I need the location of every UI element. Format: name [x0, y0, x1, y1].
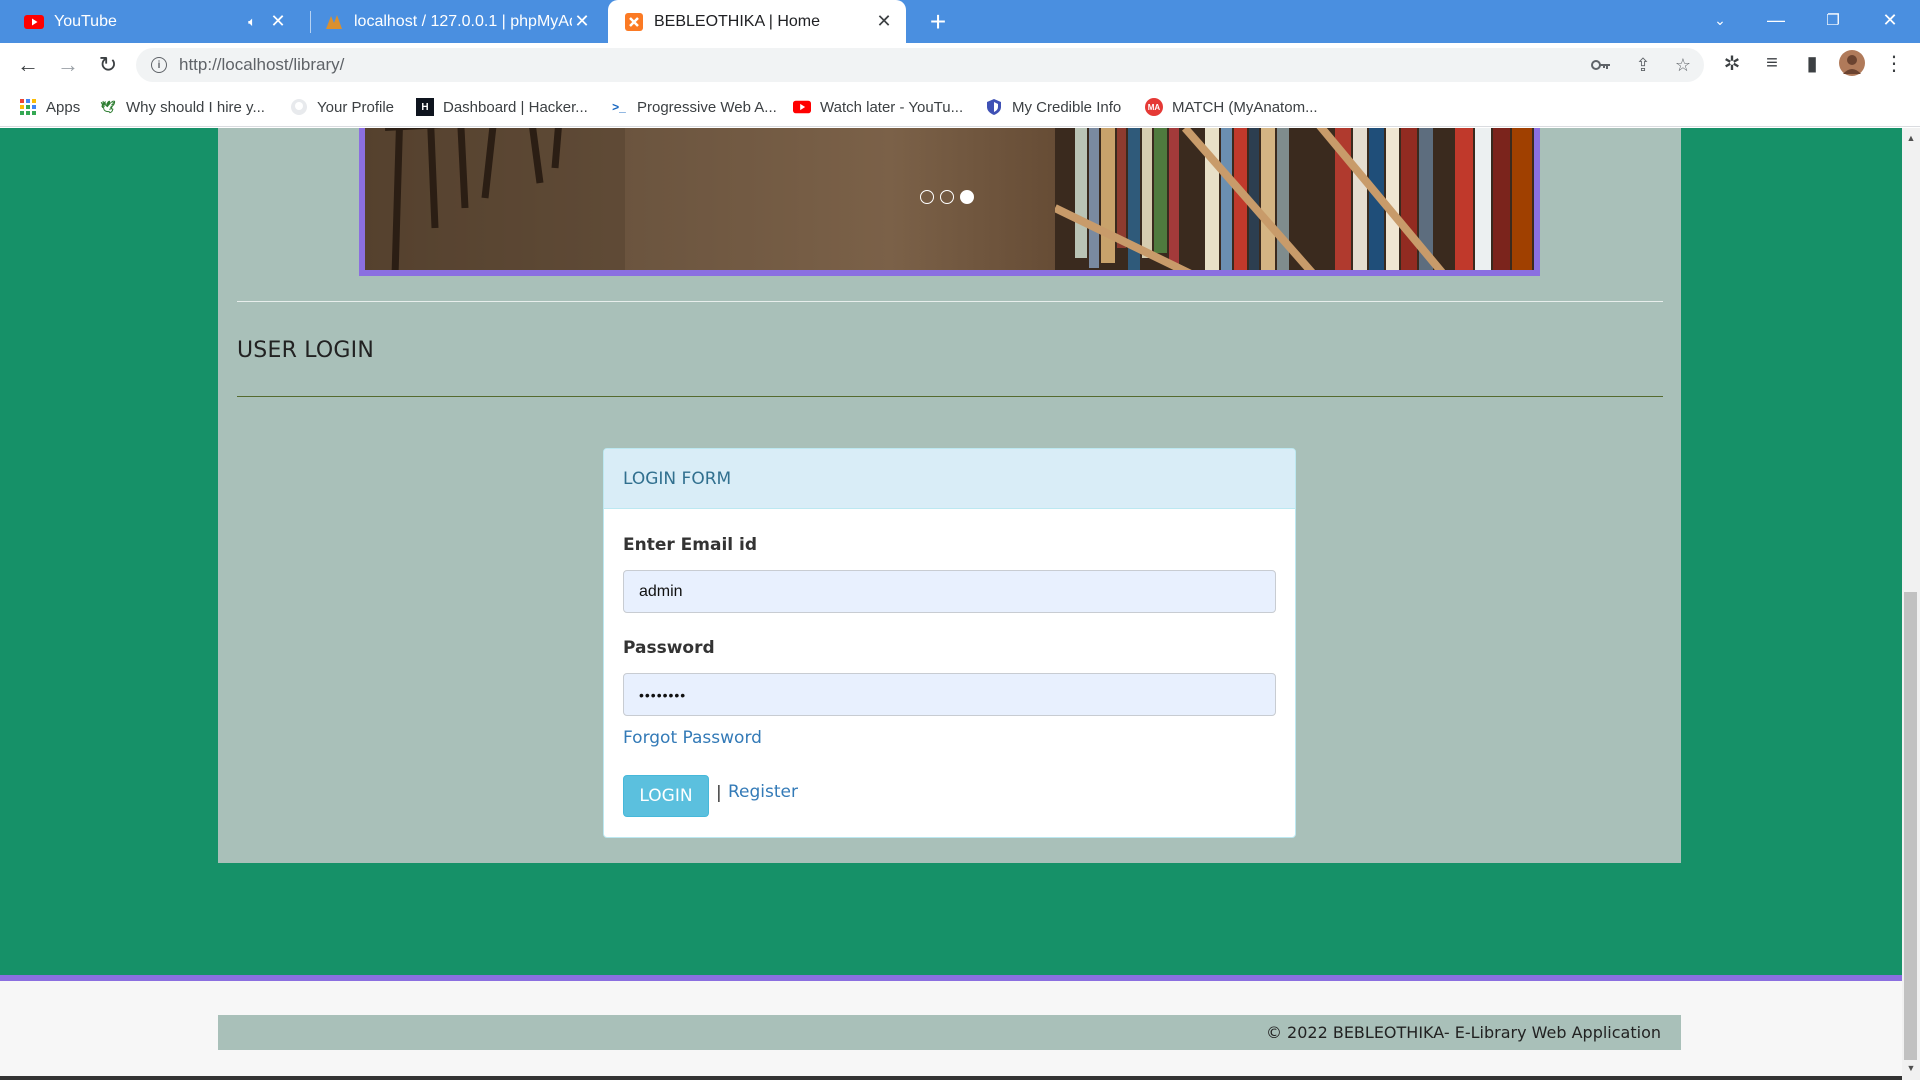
slide-dot-1[interactable] — [920, 190, 934, 204]
bookmark-label: Your Profile — [317, 98, 394, 116]
page-title: USER LOGIN — [237, 338, 375, 363]
bookmark-label: Why should I hire y... — [126, 98, 265, 116]
media-control-icon[interactable]: ≡ — [1758, 49, 1786, 77]
library-chairs-image — [365, 128, 625, 270]
reload-button[interactable]: ↻ — [92, 49, 124, 81]
tab-title: YouTube — [54, 12, 117, 30]
tab-bebleothika-home[interactable]: BEBLEOTHIKA | Home ✕ — [608, 0, 906, 43]
bookmark-label: Progressive Web A... — [637, 98, 777, 116]
bookmark-label: Apps — [46, 98, 81, 116]
tab-search-icon[interactable]: ⌄ — [1692, 0, 1748, 40]
slide-dot-2[interactable] — [940, 190, 954, 204]
bookmark-why-hire[interactable]: 🕊︎ Why should I hire y... — [99, 95, 265, 119]
close-tab-icon[interactable]: ✕ — [268, 11, 288, 32]
bookmark-label: Watch later - YouTu... — [820, 98, 964, 116]
tab-phpmyadmin[interactable]: localhost / 127.0.0.1 | phpMyAdmin ✕ — [300, 0, 605, 43]
shield-icon — [985, 98, 1003, 116]
profile-avatar[interactable] — [1838, 49, 1866, 77]
share-icon[interactable]: ⇪ — [1632, 54, 1654, 76]
login-button[interactable]: LOGIN — [623, 775, 709, 817]
divider — [237, 301, 1663, 302]
url-text: http://localhost/library/ — [179, 55, 345, 74]
scroll-up-arrow-icon[interactable]: ▲ — [1902, 130, 1920, 146]
close-tab-icon[interactable]: ✕ — [874, 11, 894, 32]
close-window-button[interactable]: ✕ — [1862, 0, 1918, 40]
image-slider[interactable] — [359, 128, 1540, 276]
terminal-icon: >_ — [612, 100, 626, 114]
forgot-password-link[interactable]: Forgot Password — [623, 728, 762, 748]
bookmark-apps[interactable]: Apps — [19, 95, 80, 119]
bookmarks-bar: Apps 🕊︎ Why should I hire y... Your Prof… — [0, 87, 1920, 127]
youtube-icon — [24, 12, 44, 32]
bird-icon: 🕊︎ — [100, 100, 116, 114]
back-button[interactable]: ← — [12, 49, 44, 81]
scroll-down-arrow-icon[interactable]: ▼ — [1902, 1060, 1920, 1076]
bookmark-hackerrank[interactable]: H Dashboard | Hacker... — [416, 95, 588, 119]
bookmark-watch-later[interactable]: Watch later - YouTu... — [793, 95, 963, 119]
slider-indicators — [920, 190, 974, 204]
close-tab-icon[interactable]: ✕ — [572, 11, 592, 32]
github-icon — [290, 98, 308, 116]
tab-title: BEBLEOTHIKA | Home — [654, 12, 820, 30]
main-container: USER LOGIN LOGIN FORM Enter Email id adm… — [218, 128, 1681, 863]
password-field[interactable]: •••••••• — [623, 673, 1276, 716]
new-tab-button[interactable]: + — [922, 6, 954, 38]
extensions-icon[interactable]: ✲ — [1718, 49, 1746, 77]
login-panel: LOGIN FORM Enter Email id admin Password… — [603, 448, 1296, 838]
footer-copyright: © 2022 BEBLEOTHIKA- E-Library Web Applic… — [218, 1015, 1681, 1050]
footer: © 2022 BEBLEOTHIKA- E-Library Web Applic… — [0, 981, 1902, 1080]
window-bottom-edge — [0, 1076, 1902, 1080]
side-panel-icon[interactable]: ▮ — [1798, 49, 1826, 77]
slide-dot-3[interactable] — [960, 190, 974, 204]
tab-youtube[interactable]: YouTube 🔈︎ ✕ — [0, 0, 300, 43]
address-bar[interactable]: i http://localhost/library/ — [136, 48, 1704, 82]
tab-title: localhost / 127.0.0.1 | phpMyAdmin — [354, 12, 572, 30]
forward-button[interactable]: → — [52, 49, 84, 81]
bookmark-credible-info[interactable]: My Credible Info — [985, 95, 1121, 119]
divider — [237, 396, 1663, 397]
speaker-muted-icon[interactable]: 🔈︎ — [242, 12, 262, 32]
link-separator: | — [716, 783, 722, 803]
email-field[interactable]: admin — [623, 570, 1276, 613]
page-viewport: USER LOGIN LOGIN FORM Enter Email id adm… — [0, 128, 1902, 1080]
xampp-icon — [624, 12, 644, 32]
youtube-icon — [793, 98, 811, 116]
bookshelves-image — [1055, 128, 1534, 270]
register-link[interactable]: Register — [728, 782, 798, 802]
password-label: Password — [623, 638, 715, 658]
email-label: Enter Email id — [623, 535, 758, 555]
menu-kebab-icon[interactable]: ⋮ — [1880, 49, 1908, 77]
browser-tab-strip: YouTube 🔈︎ ✕ localhost / 127.0.0.1 | php… — [0, 0, 1920, 43]
restore-button[interactable]: ❐ — [1805, 0, 1861, 40]
bookmark-label: Dashboard | Hacker... — [443, 98, 588, 116]
panel-heading: LOGIN FORM — [604, 449, 1295, 509]
browser-toolbar: ← → ↻ i http://localhost/library/ ⇪ ☆ — [0, 43, 1920, 87]
bookmark-label: MATCH (MyAnatom... — [1172, 98, 1318, 116]
phpmyadmin-icon — [324, 12, 344, 32]
bookmark-your-profile[interactable]: Your Profile — [290, 95, 394, 119]
bookmark-star-icon[interactable]: ☆ — [1672, 54, 1694, 76]
bookmark-pwa[interactable]: >_ Progressive Web A... — [610, 95, 777, 119]
bookmark-match[interactable]: MA MATCH (MyAnatom... — [1145, 95, 1318, 119]
minimize-button[interactable]: — — [1748, 0, 1804, 40]
scrollbar-thumb[interactable] — [1904, 592, 1917, 1060]
site-info-icon[interactable]: i — [151, 57, 167, 73]
ma-icon: MA — [1145, 98, 1163, 116]
bookmark-label: My Credible Info — [1012, 98, 1122, 116]
hackerrank-icon: H — [416, 98, 434, 116]
key-icon[interactable] — [1590, 54, 1612, 76]
apps-grid-icon — [19, 98, 37, 116]
